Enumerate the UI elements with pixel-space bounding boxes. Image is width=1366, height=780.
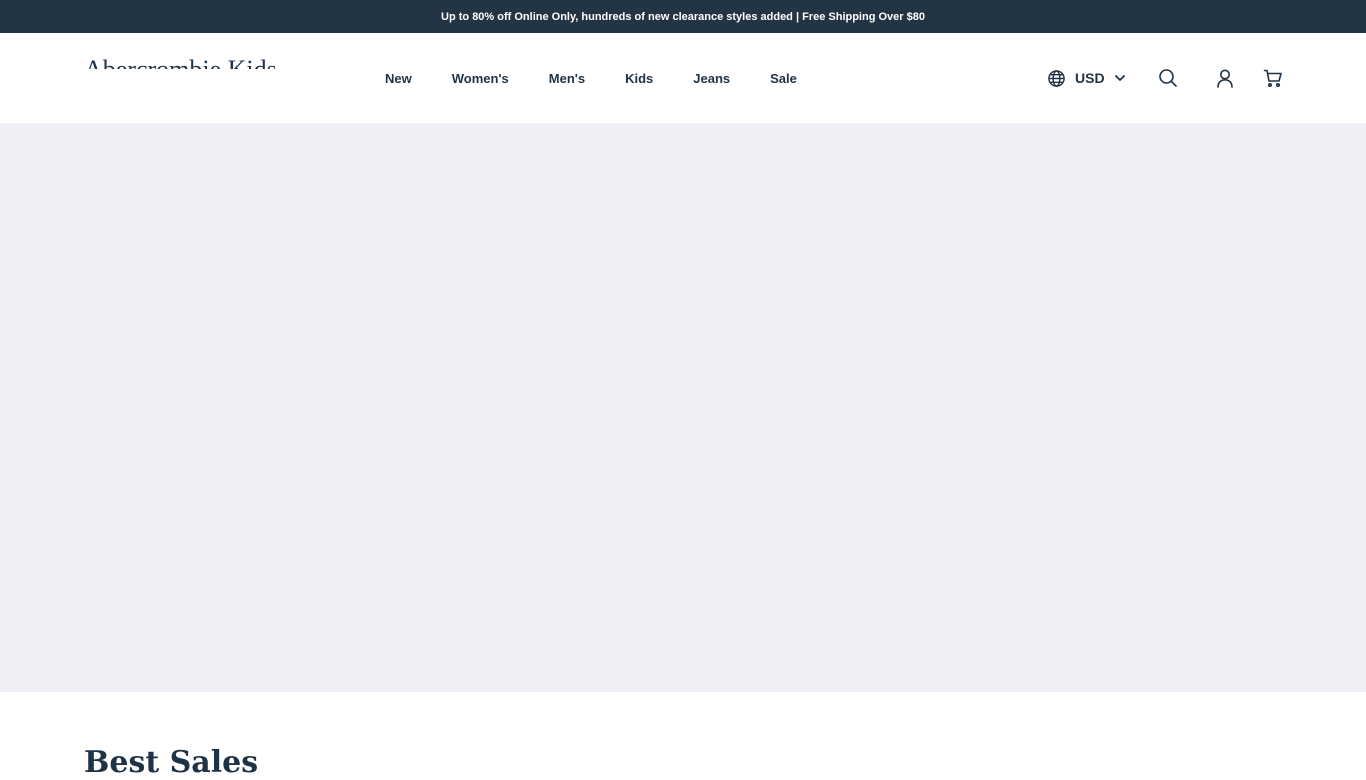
currency-label: USD — [1075, 70, 1105, 86]
nav-item-new[interactable]: New — [385, 71, 412, 86]
site-header: Abercrombie Kids New Women's Men's Kids … — [0, 33, 1366, 123]
account-button[interactable] — [1214, 67, 1236, 89]
announcement-text: Up to 80% off Online Only, hundreds of n… — [441, 10, 925, 23]
cart-button[interactable] — [1262, 67, 1284, 89]
main-nav: New Women's Men's Kids Jeans Sale — [385, 33, 797, 123]
nav-item-jeans[interactable]: Jeans — [693, 71, 730, 86]
cart-icon — [1263, 68, 1283, 88]
search-icon — [1158, 68, 1178, 88]
logo[interactable]: Abercrombie Kids — [84, 55, 320, 70]
nav-item-sale[interactable]: Sale — [770, 71, 797, 86]
nav-item-kids[interactable]: Kids — [625, 71, 653, 86]
announcement-bar: Up to 80% off Online Only, hundreds of n… — [0, 0, 1366, 33]
hero-banner[interactable] — [0, 123, 1366, 692]
best-sales-title: Best Sales — [84, 745, 259, 780]
currency-selector[interactable]: USD — [1047, 68, 1126, 88]
chevron-down-icon — [1114, 72, 1126, 84]
nav-item-womens[interactable]: Women's — [452, 71, 509, 86]
search-button[interactable] — [1157, 67, 1179, 89]
logo-text: Abercrombie Kids — [84, 57, 320, 70]
user-icon — [1215, 68, 1235, 88]
globe-icon — [1047, 69, 1066, 88]
nav-item-mens[interactable]: Men's — [549, 71, 585, 86]
